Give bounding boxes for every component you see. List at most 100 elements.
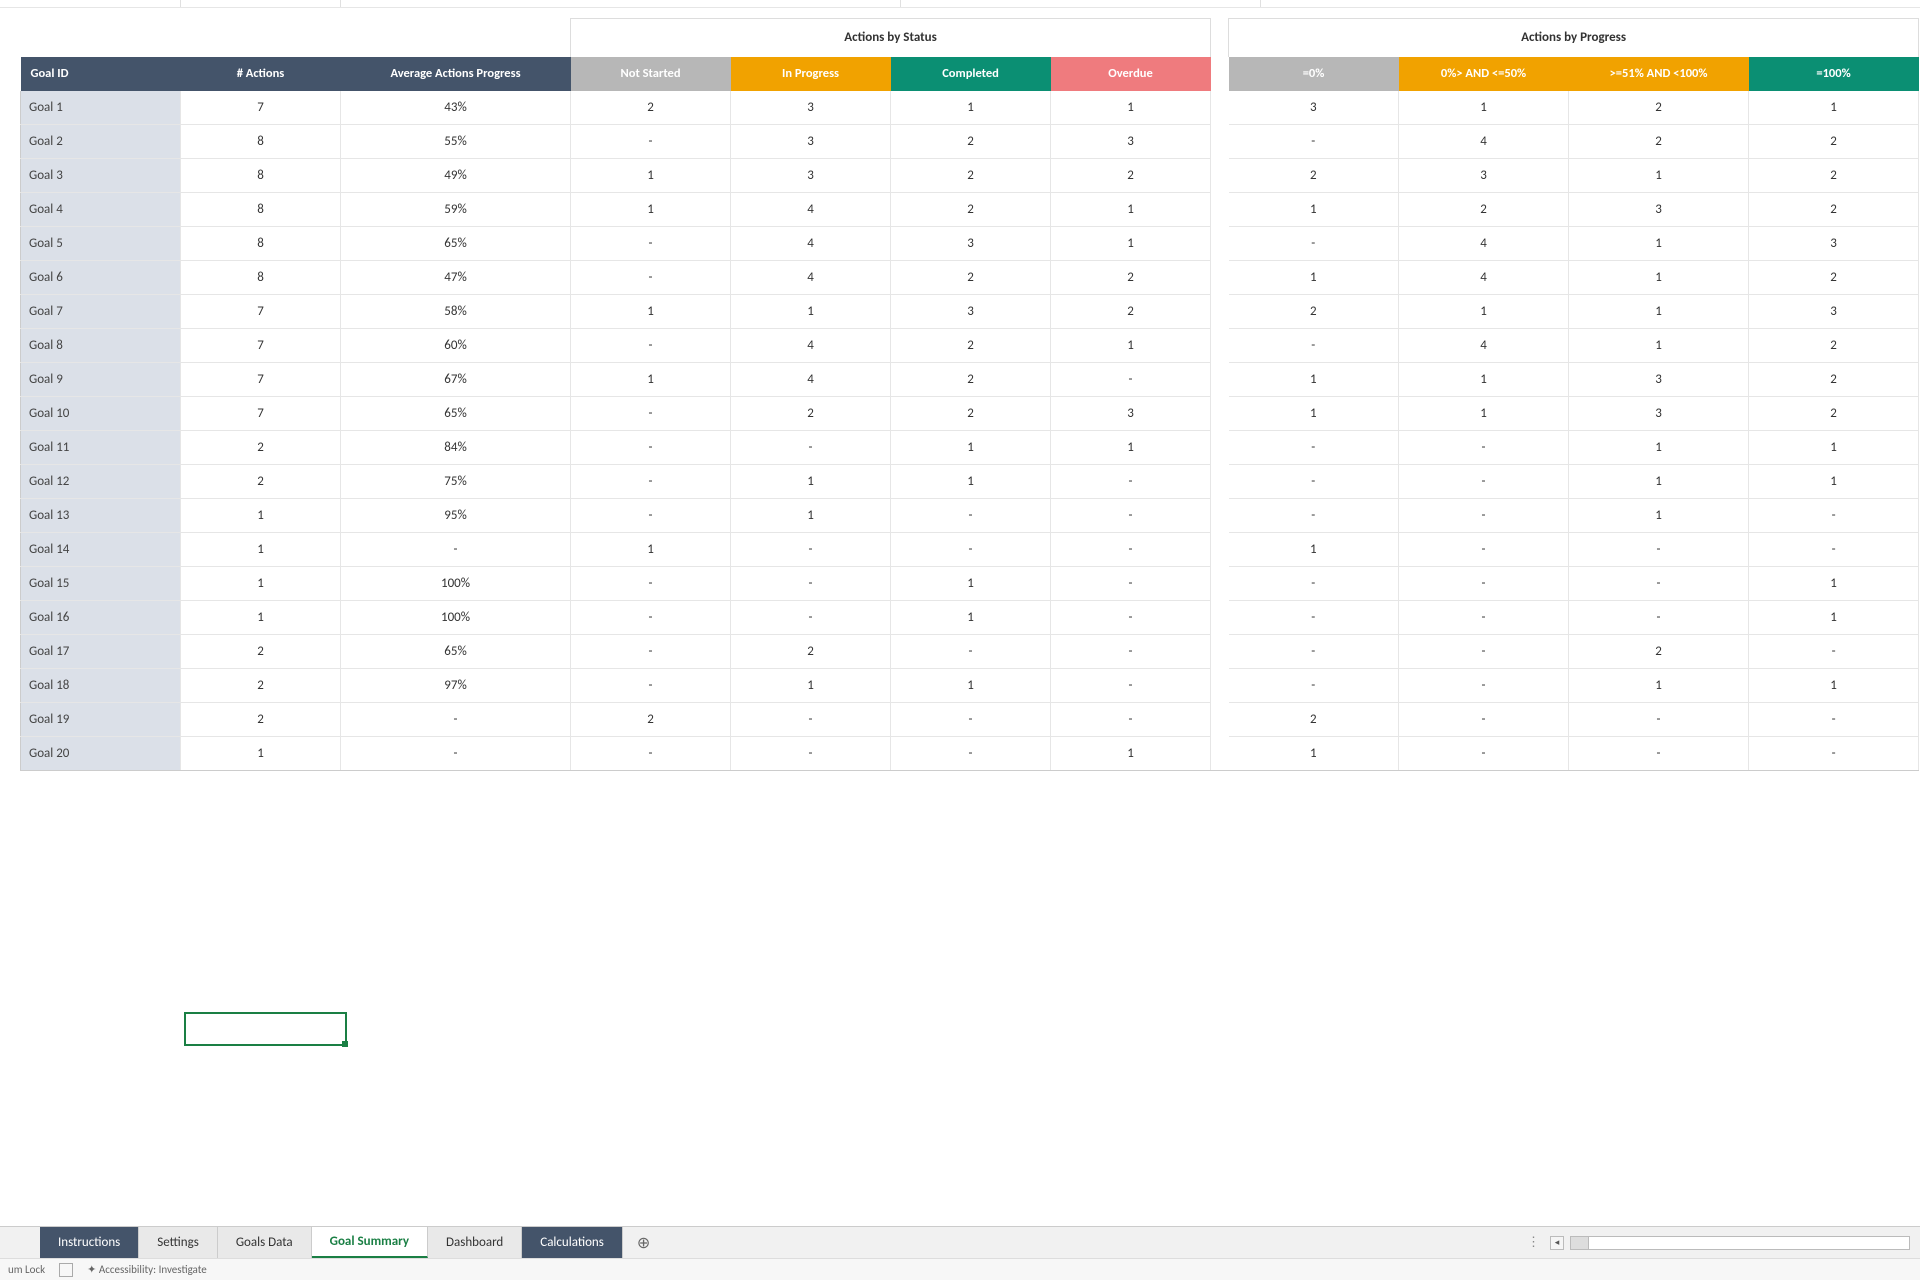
cell-prog-100[interactable]: 1: [1749, 431, 1919, 465]
cell-avg[interactable]: 95%: [341, 499, 571, 533]
cell-avg[interactable]: 65%: [341, 635, 571, 669]
cell-avg[interactable]: 97%: [341, 669, 571, 703]
table-row[interactable]: Goal 192-2---2---: [21, 703, 1919, 737]
cell-prog-0[interactable]: -: [1229, 669, 1399, 703]
cell-in-progress[interactable]: -: [731, 737, 891, 771]
cell-actions[interactable]: 8: [181, 227, 341, 261]
cell-actions[interactable]: 2: [181, 703, 341, 737]
cell-actions[interactable]: 7: [181, 295, 341, 329]
cell-prog-0-50[interactable]: 4: [1399, 329, 1569, 363]
cell-not-started[interactable]: 1: [571, 159, 731, 193]
cell-prog-51-99[interactable]: 1: [1569, 669, 1749, 703]
cell-completed[interactable]: 1: [891, 669, 1051, 703]
cell-prog-0-50[interactable]: 4: [1399, 227, 1569, 261]
cell-in-progress[interactable]: 1: [731, 669, 891, 703]
cell-prog-100[interactable]: -: [1749, 533, 1919, 567]
cell-avg[interactable]: -: [341, 533, 571, 567]
col-header-prog-0[interactable]: =0%: [1229, 57, 1399, 91]
cell-in-progress[interactable]: 3: [731, 159, 891, 193]
cell-prog-51-99[interactable]: -: [1569, 567, 1749, 601]
table-row[interactable]: Goal 10765%-2231132: [21, 397, 1919, 431]
cell-avg[interactable]: 60%: [341, 329, 571, 363]
cell-completed[interactable]: -: [891, 635, 1051, 669]
cell-actions[interactable]: 8: [181, 261, 341, 295]
cell-overdue[interactable]: -: [1051, 601, 1211, 635]
cell-avg[interactable]: 49%: [341, 159, 571, 193]
horizontal-scrollbar[interactable]: ◂: [1550, 1227, 1920, 1258]
cell-prog-51-99[interactable]: 1: [1569, 465, 1749, 499]
cell-prog-0-50[interactable]: -: [1399, 703, 1569, 737]
cell-prog-51-99[interactable]: 1: [1569, 261, 1749, 295]
cell-goal-id[interactable]: Goal 5: [21, 227, 181, 261]
cell-prog-100[interactable]: 2: [1749, 397, 1919, 431]
cell-prog-0[interactable]: -: [1229, 635, 1399, 669]
table-row[interactable]: Goal 13195%-1----1-: [21, 499, 1919, 533]
col-header-overdue[interactable]: Overdue: [1051, 57, 1211, 91]
sheet-tab-calculations[interactable]: Calculations: [522, 1227, 623, 1258]
cell-prog-0-50[interactable]: 3: [1399, 159, 1569, 193]
table-row[interactable]: Goal 9767%142-1132: [21, 363, 1919, 397]
sheet-tab-instructions[interactable]: Instructions: [40, 1227, 139, 1258]
cell-not-started[interactable]: -: [571, 635, 731, 669]
cell-not-started[interactable]: -: [571, 567, 731, 601]
cell-prog-100[interactable]: 1: [1749, 601, 1919, 635]
cell-not-started[interactable]: 2: [571, 703, 731, 737]
cell-avg[interactable]: -: [341, 703, 571, 737]
cell-actions[interactable]: 7: [181, 329, 341, 363]
table-row[interactable]: Goal 18297%-11---11: [21, 669, 1919, 703]
cell-actions[interactable]: 2: [181, 669, 341, 703]
cell-overdue[interactable]: 1: [1051, 737, 1211, 771]
worksheet-area[interactable]: Actions by Status Actions by Progress Go…: [20, 18, 1900, 771]
cell-overdue[interactable]: 1: [1051, 193, 1211, 227]
cell-in-progress[interactable]: 2: [731, 635, 891, 669]
cell-prog-0-50[interactable]: 4: [1399, 261, 1569, 295]
cell-completed[interactable]: 2: [891, 329, 1051, 363]
cell-prog-51-99[interactable]: 2: [1569, 635, 1749, 669]
cell-prog-100[interactable]: 2: [1749, 329, 1919, 363]
cell-avg[interactable]: 43%: [341, 91, 571, 125]
cell-goal-id[interactable]: Goal 3: [21, 159, 181, 193]
cell-actions[interactable]: 8: [181, 125, 341, 159]
cell-completed[interactable]: 1: [891, 601, 1051, 635]
table-row[interactable]: Goal 4859%14211232: [21, 193, 1919, 227]
table-row[interactable]: Goal 7758%11322113: [21, 295, 1919, 329]
cell-avg[interactable]: 47%: [341, 261, 571, 295]
cell-prog-0[interactable]: -: [1229, 227, 1399, 261]
cell-actions[interactable]: 7: [181, 363, 341, 397]
cell-completed[interactable]: 2: [891, 363, 1051, 397]
cell-prog-0-50[interactable]: 1: [1399, 363, 1569, 397]
cell-completed[interactable]: -: [891, 499, 1051, 533]
cell-in-progress[interactable]: 4: [731, 193, 891, 227]
cell-in-progress[interactable]: 4: [731, 363, 891, 397]
cell-not-started[interactable]: 1: [571, 363, 731, 397]
cell-in-progress[interactable]: 1: [731, 499, 891, 533]
cell-avg[interactable]: 67%: [341, 363, 571, 397]
cell-avg[interactable]: 65%: [341, 397, 571, 431]
cell-prog-0-50[interactable]: 1: [1399, 397, 1569, 431]
cell-actions[interactable]: 8: [181, 193, 341, 227]
accessibility-status[interactable]: ✦ Accessibility: Investigate: [87, 1263, 207, 1276]
cell-not-started[interactable]: -: [571, 227, 731, 261]
cell-completed[interactable]: 1: [891, 431, 1051, 465]
cell-completed[interactable]: 1: [891, 91, 1051, 125]
summary-table[interactable]: Actions by Status Actions by Progress Go…: [20, 18, 1919, 771]
scroll-thumb[interactable]: [1571, 1237, 1589, 1249]
cell-prog-0[interactable]: -: [1229, 567, 1399, 601]
cell-not-started[interactable]: -: [571, 397, 731, 431]
cell-overdue[interactable]: -: [1051, 499, 1211, 533]
cell-prog-100[interactable]: 1: [1749, 465, 1919, 499]
cell-prog-0[interactable]: 1: [1229, 737, 1399, 771]
cell-not-started[interactable]: 1: [571, 193, 731, 227]
cell-prog-0[interactable]: -: [1229, 125, 1399, 159]
table-row[interactable]: Goal 17265%-2----2-: [21, 635, 1919, 669]
col-header-actions[interactable]: # Actions: [181, 57, 341, 91]
cell-actions[interactable]: 2: [181, 431, 341, 465]
cell-avg[interactable]: 84%: [341, 431, 571, 465]
cell-overdue[interactable]: -: [1051, 669, 1211, 703]
cell-prog-51-99[interactable]: 1: [1569, 227, 1749, 261]
cell-not-started[interactable]: 1: [571, 533, 731, 567]
cell-completed[interactable]: 3: [891, 295, 1051, 329]
cell-prog-100[interactable]: 2: [1749, 363, 1919, 397]
cell-actions[interactable]: 1: [181, 533, 341, 567]
cell-avg[interactable]: 100%: [341, 601, 571, 635]
